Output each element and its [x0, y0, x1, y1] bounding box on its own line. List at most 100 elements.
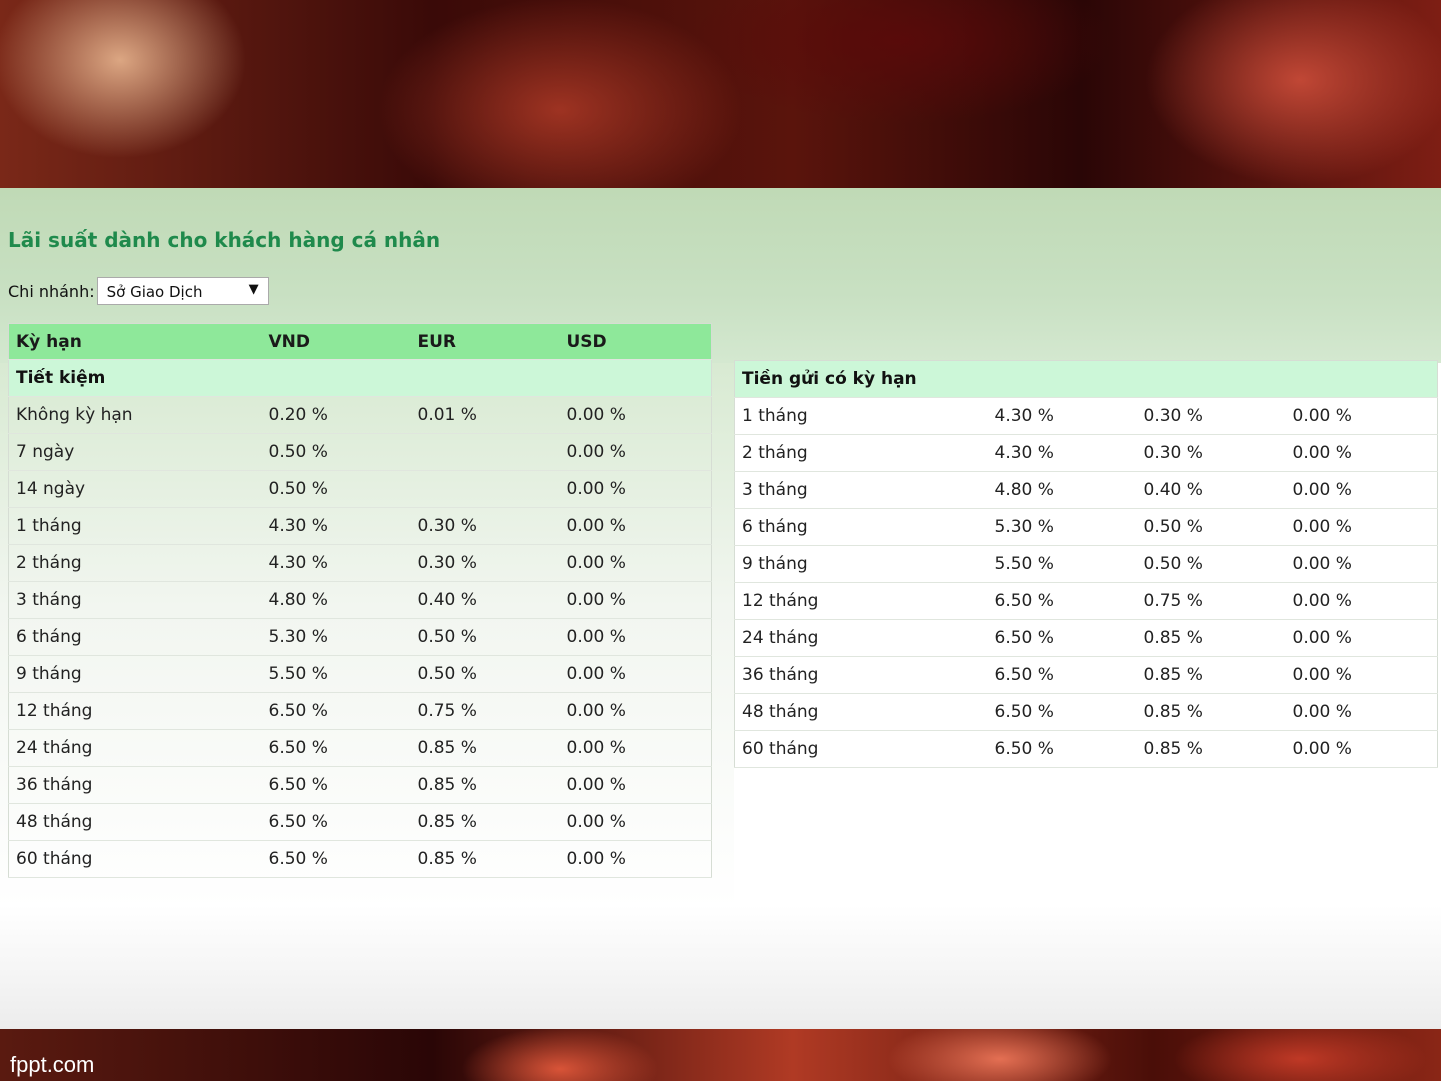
- cell-eur: 0.50 %: [410, 618, 560, 656]
- cell-term: 6 tháng: [734, 508, 988, 546]
- table-header-row: Kỳ hạn VND EUR USD: [8, 323, 712, 360]
- cell-usd: 0.00 %: [1285, 730, 1438, 768]
- cell-eur: 0.30 %: [1136, 397, 1286, 435]
- cell-vnd: 0.50 %: [261, 470, 411, 508]
- cell-usd: 0.00 %: [1285, 619, 1438, 657]
- cell-term: 3 tháng: [734, 471, 988, 509]
- section-title: Tiền gửi có kỳ hạn: [734, 360, 1438, 398]
- cell-eur: 0.01 %: [410, 396, 560, 434]
- term-deposit-rates-table: Tiền gửi có kỳ hạn 1 tháng 4.30 % 0.30 % 0.0…: [734, 360, 1439, 768]
- cell-eur: 0.50 %: [1136, 545, 1286, 583]
- cell-term: 48 tháng: [734, 693, 988, 731]
- savings-rates-table: Kỳ hạn VND EUR USD Tiết kiệm Không kỳ hạn…: [8, 323, 712, 878]
- table-row: 1 tháng 4.30 % 0.30 % 0.00 %: [8, 507, 712, 545]
- cell-eur: 0.85 %: [410, 803, 560, 841]
- cell-eur: 0.85 %: [1136, 693, 1286, 731]
- section-row: Tiết kiệm: [8, 359, 712, 397]
- cell-usd: 0.00 %: [1285, 508, 1438, 546]
- cell-eur: 0.30 %: [1136, 434, 1286, 472]
- cell-vnd: 5.30 %: [261, 618, 411, 656]
- header-usd: USD: [559, 323, 712, 360]
- cell-vnd: 0.20 %: [261, 396, 411, 434]
- cell-usd: 0.00 %: [559, 692, 712, 730]
- cell-vnd: 6.50 %: [987, 619, 1137, 657]
- cell-vnd: 0.50 %: [261, 433, 411, 471]
- cell-term: 24 tháng: [8, 729, 262, 767]
- cell-usd: 0.00 %: [559, 470, 712, 508]
- branch-dropdown[interactable]: Sở Giao Dịch ▼: [96, 277, 269, 305]
- cell-term: 48 tháng: [8, 803, 262, 841]
- cell-vnd: 5.30 %: [987, 508, 1137, 546]
- cell-eur: 0.85 %: [410, 729, 560, 767]
- cell-vnd: 6.50 %: [261, 729, 411, 767]
- table-row: 7 ngày 0.50 % 0.00 %: [8, 433, 712, 471]
- cell-term: 36 tháng: [8, 766, 262, 804]
- cell-vnd: 6.50 %: [261, 803, 411, 841]
- cell-usd: 0.00 %: [559, 396, 712, 434]
- cell-eur: 0.50 %: [1136, 508, 1286, 546]
- cell-usd: 0.00 %: [1285, 545, 1438, 583]
- header-term: Kỳ hạn: [8, 323, 262, 360]
- cell-eur: 0.30 %: [410, 544, 560, 582]
- cell-term: 12 tháng: [734, 582, 988, 620]
- cell-eur: 0.85 %: [410, 766, 560, 804]
- cell-term: Không kỳ hạn: [8, 396, 262, 434]
- table-row: 48 tháng 6.50 % 0.85 % 0.00 %: [8, 803, 712, 841]
- cell-term: 3 tháng: [8, 581, 262, 619]
- cell-eur: 0.85 %: [410, 840, 560, 878]
- page-title: Lãi suất dành cho khách hàng cá nhân: [8, 228, 441, 252]
- term-deposit-table-body: Tiền gửi có kỳ hạn 1 tháng 4.30 % 0.30 % 0.0…: [734, 360, 1438, 768]
- table-row: 1 tháng 4.30 % 0.30 % 0.00 %: [734, 397, 1438, 435]
- cell-usd: 0.00 %: [1285, 656, 1438, 694]
- cell-eur: 0.40 %: [410, 581, 560, 619]
- footer-banner-image: [0, 1029, 1441, 1081]
- cell-term: 9 tháng: [8, 655, 262, 693]
- cell-eur: [410, 470, 560, 508]
- cell-usd: 0.00 %: [1285, 471, 1438, 509]
- cell-usd: 0.00 %: [559, 655, 712, 693]
- section-title: Tiết kiệm: [8, 359, 712, 397]
- cell-eur: 0.75 %: [410, 692, 560, 730]
- branch-label: Chi nhánh:: [8, 281, 95, 301]
- cell-vnd: 5.50 %: [987, 545, 1137, 583]
- cell-usd: 0.00 %: [559, 766, 712, 804]
- table-row: 6 tháng 5.30 % 0.50 % 0.00 %: [734, 508, 1438, 546]
- table-row: 24 tháng 6.50 % 0.85 % 0.00 %: [8, 729, 712, 767]
- cell-vnd: 4.80 %: [261, 581, 411, 619]
- cell-usd: 0.00 %: [1285, 434, 1438, 472]
- table-row: 3 tháng 4.80 % 0.40 % 0.00 %: [734, 471, 1438, 509]
- cell-eur: [410, 433, 560, 471]
- table-row: 3 tháng 4.80 % 0.40 % 0.00 %: [8, 581, 712, 619]
- cell-vnd: 4.30 %: [261, 544, 411, 582]
- cell-term: 14 ngày: [8, 470, 262, 508]
- cell-term: 60 tháng: [734, 730, 988, 768]
- cell-vnd: 4.30 %: [987, 397, 1137, 435]
- table-row: 9 tháng 5.50 % 0.50 % 0.00 %: [8, 655, 712, 693]
- cell-eur: 0.40 %: [1136, 471, 1286, 509]
- cell-vnd: 6.50 %: [987, 582, 1137, 620]
- cell-usd: 0.00 %: [1285, 582, 1438, 620]
- cell-term: 9 tháng: [734, 545, 988, 583]
- cell-usd: 0.00 %: [559, 581, 712, 619]
- table-row: 60 tháng 6.50 % 0.85 % 0.00 %: [8, 840, 712, 878]
- branch-selected-value: Sở Giao Dịch: [106, 283, 203, 301]
- cell-vnd: 6.50 %: [987, 693, 1137, 731]
- cell-term: 2 tháng: [734, 434, 988, 472]
- cell-usd: 0.00 %: [1285, 397, 1438, 435]
- section-row: Tiền gửi có kỳ hạn: [734, 360, 1438, 398]
- table-row: 24 tháng 6.50 % 0.85 % 0.00 %: [734, 619, 1438, 657]
- cell-usd: 0.00 %: [559, 507, 712, 545]
- footer-site-text: fppt.com: [10, 1052, 95, 1077]
- table-row: 6 tháng 5.30 % 0.50 % 0.00 %: [8, 618, 712, 656]
- header-vnd: VND: [261, 323, 411, 360]
- cell-usd: 0.00 %: [1285, 693, 1438, 731]
- cell-usd: 0.00 %: [559, 840, 712, 878]
- cell-term: 1 tháng: [8, 507, 262, 545]
- cell-term: 60 tháng: [8, 840, 262, 878]
- cell-vnd: 6.50 %: [987, 656, 1137, 694]
- content-bottom-background: [0, 905, 1441, 1030]
- cell-vnd: 6.50 %: [987, 730, 1137, 768]
- cell-usd: 0.00 %: [559, 544, 712, 582]
- savings-table-body: Tiết kiệm Không kỳ hạn 0.20 % 0.01 % 0.00 % 7…: [8, 359, 712, 878]
- cell-vnd: 6.50 %: [261, 766, 411, 804]
